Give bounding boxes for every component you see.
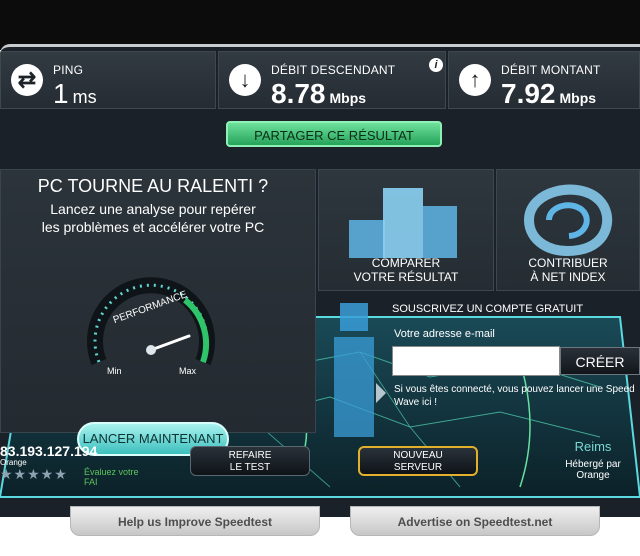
download-metric: ↓ DÉBIT DESCENDANT 8.78 Mbps i: [218, 51, 446, 109]
user-figure-icon: [334, 303, 386, 437]
ping-value: 1 ms: [53, 78, 97, 110]
net-index-icon: [523, 184, 613, 256]
rating-stars[interactable]: ★★★★★: [0, 466, 68, 483]
upload-value: 7.92 Mbps: [501, 78, 596, 110]
pc-speed-promo: PC TOURNE AU RALENTI ? Lancez une analys…: [0, 169, 316, 456]
share-result-button[interactable]: PARTAGER CE RÉSULTAT: [226, 121, 442, 147]
new-server-line1: NOUVEAU: [393, 450, 443, 461]
ping-label: PING: [53, 63, 84, 77]
download-label: DÉBIT DESCENDANT: [271, 63, 396, 77]
compare-label-line1: COMPARER: [371, 256, 441, 270]
contribute-net-index-tile[interactable]: CONTRIBUER À NET INDEX: [496, 169, 640, 291]
contribute-label: CONTRIBUER À NET INDEX: [497, 256, 639, 284]
upload-number: 7.92: [501, 78, 556, 109]
signup-title: SOUSCRIVEZ UN COMPTE GRATUIT: [392, 303, 584, 315]
retest-line1: REFAIRE: [228, 450, 272, 461]
help-improve-button[interactable]: Help us Improve Speedtest: [70, 506, 320, 536]
contribute-label-line1: CONTRIBUER: [528, 256, 608, 270]
promo-subtitle: Lancez une analyse pour repérer les prob…: [1, 200, 305, 236]
upload-unit: Mbps: [559, 90, 597, 106]
upload-metric: ↑ DÉBIT MONTANT 7.92 Mbps: [448, 51, 640, 109]
promo-subtitle-line2: les problèmes et accélérer votre PC: [41, 219, 265, 235]
new-server-button[interactable]: NOUVEAU SERVEUR: [358, 446, 478, 476]
gauge-max: Max: [179, 366, 197, 376]
ping-number: 1: [53, 78, 69, 109]
swap-arrows-icon: ⇄: [11, 64, 43, 96]
bar-graph-icon: [349, 188, 457, 258]
hosted-by-value: Orange: [576, 470, 610, 481]
gauge-needle: [149, 334, 191, 352]
download-unit: Mbps: [329, 90, 367, 106]
new-server-line2: SERVEUR: [393, 462, 443, 473]
email-label: Votre adresse e-mail: [394, 328, 495, 340]
ping-unit: ms: [72, 87, 97, 107]
hosted-by-label: Hébergé par: [565, 459, 621, 470]
server-host: Hébergé par Orange: [560, 459, 626, 481]
gauge-min: Min: [107, 366, 122, 376]
rate-isp-line1: Évaluez votre: [84, 467, 139, 477]
speed-wave-note: Si vous êtes connecté, vous pouvez lance…: [394, 384, 635, 408]
compare-label-line2: VOTRE RÉSULTAT: [353, 270, 459, 284]
promo-title: PC TOURNE AU RALENTI ?: [37, 176, 269, 196]
create-account-button[interactable]: CRÉER: [560, 347, 640, 375]
top-black-bar: [0, 0, 640, 50]
rate-isp-link[interactable]: Évaluez votre FAI: [84, 467, 139, 487]
info-icon[interactable]: i: [429, 58, 443, 72]
retest-button[interactable]: REFAIRE LE TEST: [190, 446, 310, 476]
advertise-button[interactable]: Advertise on Speedtest.net: [350, 506, 600, 536]
performance-gauge: PERFORMANCE Min Max: [87, 277, 215, 376]
speedtest-panel: ⇄ PING 1 ms ↓ DÉBIT DESCENDANT 8.78 Mbps i…: [0, 44, 640, 517]
promo-subtitle-line1: Lancez une analyse pour repérer: [50, 201, 256, 217]
upload-label: DÉBIT MONTANT: [501, 63, 601, 77]
email-input[interactable]: [392, 346, 560, 376]
compare-result-tile[interactable]: COMPARER VOTRE RÉSULTAT: [318, 169, 494, 291]
ping-metric: ⇄ PING 1 ms: [0, 51, 216, 109]
up-arrow-icon: ↑: [459, 64, 491, 96]
contribute-label-line2: À NET INDEX: [530, 270, 606, 284]
retest-line2: LE TEST: [229, 462, 271, 473]
ip-address: 83.193.127.194: [0, 443, 98, 459]
down-arrow-icon: ↓: [229, 64, 261, 96]
download-value: 8.78 Mbps: [271, 78, 366, 110]
compare-label: COMPARER VOTRE RÉSULTAT: [319, 256, 493, 284]
rate-isp-line2: FAI: [84, 477, 98, 487]
server-city: Reims: [574, 439, 612, 454]
download-number: 8.78: [271, 78, 326, 109]
